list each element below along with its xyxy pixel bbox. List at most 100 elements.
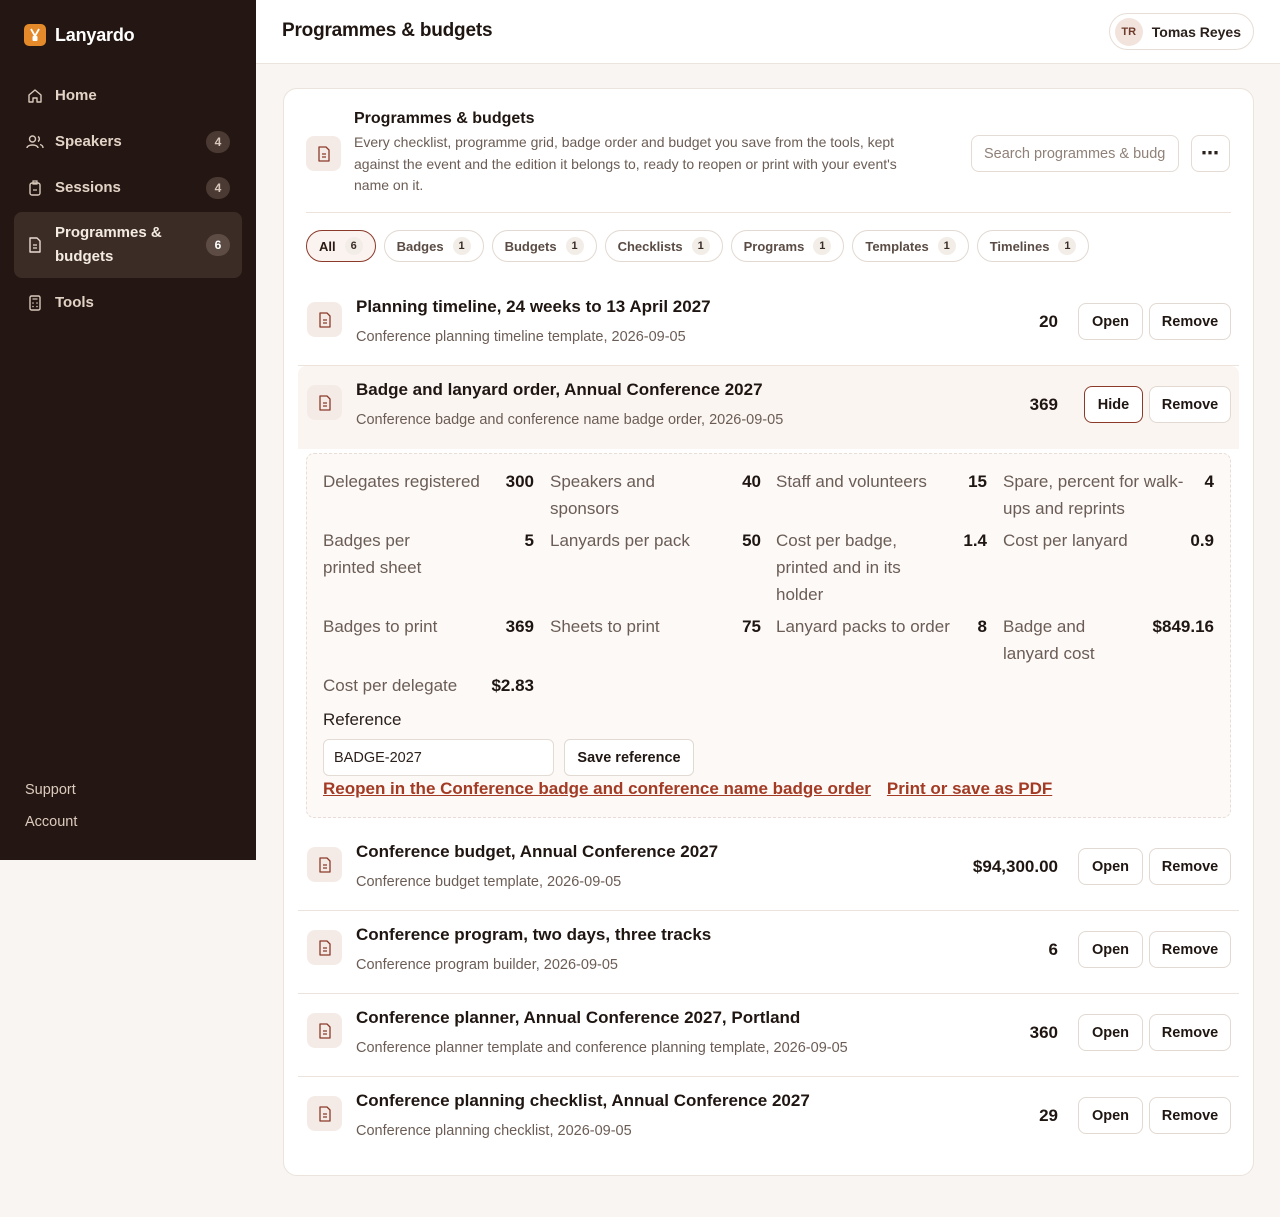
sidebar-item-label: Programmes & budgets [55,224,162,265]
field-label: Badges per printed sheet [323,531,422,577]
search-input[interactable] [971,135,1179,172]
account-link[interactable]: Account [25,814,77,830]
filter-count: 1 [452,237,471,255]
item-title: Conference planning checklist, Annual Co… [356,1091,810,1110]
open-button[interactable]: Open [1078,303,1143,340]
sidebar-item-programmes-budgets[interactable]: Programmes & budgets 6 [14,212,242,278]
save-reference-button[interactable]: Save reference [564,739,694,776]
sidebar-nav: Home Speakers 4 Sessions 4 Programmes & … [14,74,242,327]
open-button[interactable]: Open [1078,848,1143,885]
filter-timelines[interactable]: Timelines 1 [976,230,1090,262]
sidebar-item-label: Tools [55,294,94,311]
sidebar: Lanyardo Home Speakers 4 Sessions 4 Prog… [0,0,256,860]
remove-button[interactable]: Remove [1149,931,1231,968]
filter-label: All [319,238,336,254]
detail-field: Lanyards per pack 50 [550,527,761,554]
field-label: Speakers and sponsors [550,472,655,518]
user-menu[interactable]: TR Tomas Reyes [1108,13,1254,50]
sidebar-item-home[interactable]: Home [14,74,242,117]
filter-all[interactable]: All 6 [306,230,376,262]
filter-count: 1 [937,237,956,255]
filter-label: Templates [865,238,929,254]
item-subtitle: Conference budget template, 2026-09-05 [356,874,622,890]
list-item: Conference program, two days, three trac… [298,911,1239,994]
field-value: 75 [742,617,761,636]
field-value: 15 [968,472,987,491]
filter-label: Programs [743,238,805,254]
hide-button[interactable]: Hide [1084,386,1143,423]
field-label: Lanyards per pack [550,531,690,550]
item-title: Conference planner, Annual Conference 20… [356,1008,801,1027]
item-value: 20 [1039,312,1058,331]
sidebar-item-sessions[interactable]: Sessions 4 [14,166,242,209]
brand[interactable]: Lanyardo [24,24,135,46]
detail-field: Cost per delegate $2.83 [323,672,534,699]
reopen-link[interactable]: Reopen in the Conference badge and confe… [323,779,871,799]
item-title: Conference budget, Annual Conference 202… [356,842,719,861]
reference-input[interactable] [323,739,554,776]
field-value: 300 [505,472,534,491]
sidebar-item-label: Home [55,87,97,104]
field-value: 4 [1204,472,1214,491]
item-details-panel: Delegates registered 300 Speakers and spo… [306,453,1231,818]
field-value: 0.9 [1190,531,1214,550]
remove-button[interactable]: Remove [1149,1014,1231,1051]
calculator-icon [26,294,44,312]
field-label: Cost per delegate [323,676,458,695]
document-icon [307,847,342,882]
sidebar-item-tools[interactable]: Tools [14,281,242,324]
remove-button[interactable]: Remove [1149,848,1231,885]
remove-button[interactable]: Remove [1149,303,1231,340]
detail-field: Spare, percent for walk-ups and reprints… [1003,468,1214,522]
print-pdf-link[interactable]: Print or save as PDF [887,779,1052,799]
open-button[interactable]: Open [1078,1097,1143,1134]
item-value: 6 [1048,940,1058,959]
count-badge: 4 [206,130,230,153]
field-value: 8 [977,617,987,636]
document-icon [307,930,342,965]
more-options-button[interactable]: ⋯ [1191,135,1230,172]
topbar: Programmes & budgets TR Tomas Reyes [256,0,1280,64]
saved-items-list: Planning timeline, 24 weeks to 13 April … [298,283,1239,1160]
document-icon [307,302,342,337]
filter-budgets[interactable]: Budgets 1 [491,230,597,262]
open-button[interactable]: Open [1078,1014,1143,1051]
open-button[interactable]: Open [1078,931,1143,968]
list-item: Badge and lanyard order, Annual Conferen… [298,366,1239,449]
sidebar-item-label: Sessions [55,179,121,196]
document-icon [306,136,341,171]
filter-count: 6 [344,237,363,255]
field-label: Cost per lanyard [1003,531,1128,550]
detail-field: Badges per printed sheet 5 [323,527,534,581]
count-badge: 4 [206,176,230,199]
remove-button[interactable]: Remove [1149,386,1231,423]
filter-checklists[interactable]: Checklists 1 [604,230,723,262]
filter-templates[interactable]: Templates 1 [852,230,969,262]
remove-button[interactable]: Remove [1149,1097,1231,1134]
reference-label: Reference [323,710,402,729]
field-value: 369 [505,617,534,636]
detail-field: Badges to print 369 [323,613,534,640]
field-label: Badge and lanyard cost [1003,617,1095,663]
lanyard-icon [24,24,46,46]
detail-field: Speakers and sponsors 40 [550,468,761,522]
filter-label: Budgets [504,238,557,254]
filter-programs[interactable]: Programs 1 [730,230,845,262]
filter-badges[interactable]: Badges 1 [383,230,484,262]
document-icon [26,236,44,254]
support-link[interactable]: Support [25,782,77,798]
count-badge: 6 [206,234,230,256]
list-item: Planning timeline, 24 weeks to 13 April … [298,283,1239,366]
list-item: Conference planner, Annual Conference 20… [298,994,1239,1077]
detail-field: Cost per badge, printed and in its holde… [776,527,987,608]
filter-chips: All 6 Badges 1 Budgets 1 Checklists 1 Progra… [306,230,1090,262]
field-label: Cost per badge, printed and in its holde… [776,531,901,604]
document-icon [307,1096,342,1131]
item-title: Badge and lanyard order, Annual Conferen… [356,380,763,399]
filter-label: Badges [396,238,444,254]
detail-field: Staff and volunteers 15 [776,468,987,495]
sidebar-item-label: Speakers [55,133,122,150]
detail-field: Cost per lanyard 0.9 [1003,527,1214,554]
filter-count: 1 [1058,237,1077,255]
sidebar-item-speakers[interactable]: Speakers 4 [14,120,242,163]
